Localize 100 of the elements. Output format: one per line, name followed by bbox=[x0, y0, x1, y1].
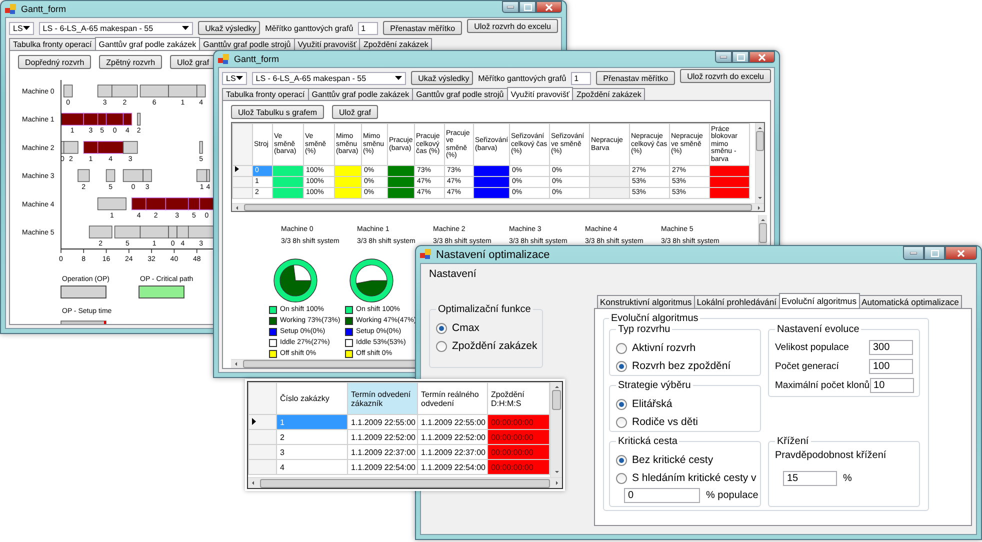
show-results-button[interactable]: Ukaž výsledky bbox=[411, 71, 474, 85]
column-header[interactable]: Termín reálného odvedení bbox=[418, 382, 488, 414]
radio-label[interactable]: S hledáním kritické cesty v bbox=[632, 472, 756, 484]
maximize-button[interactable] bbox=[732, 51, 749, 63]
tab[interactable]: Ganttův graf podle zakázek bbox=[94, 37, 200, 50]
row-header[interactable] bbox=[232, 166, 252, 176]
export-button[interactable]: Ulož rozvrh do excelu bbox=[467, 19, 558, 33]
minimize-icon bbox=[507, 6, 514, 8]
tab[interactable]: Automatická optimalizace bbox=[858, 295, 962, 308]
radio-label[interactable]: Aktivní rozvrh bbox=[632, 342, 696, 354]
action-button[interactable]: Ulož graf bbox=[332, 105, 378, 119]
group-title: Evoluční algoritmus bbox=[610, 313, 700, 324]
radio-button[interactable] bbox=[436, 340, 447, 352]
horizontal-scrollbar[interactable] bbox=[232, 203, 764, 211]
radio-label[interactable]: Rozvrh bez zpoždění bbox=[632, 360, 731, 372]
dropdown[interactable]: LS - 6-LS_A-65 makespan - 55 bbox=[38, 22, 194, 34]
tab[interactable]: Ganttův graf podle strojů bbox=[412, 88, 508, 100]
tab[interactable]: Ganttův graf podle zakázek bbox=[308, 88, 414, 100]
column-header[interactable]: Termín odvedení zákazník bbox=[348, 382, 418, 414]
radio-label[interactable]: Zpoždění zakázek bbox=[452, 340, 538, 352]
legend-swatch bbox=[60, 320, 106, 324]
radio-button[interactable] bbox=[616, 416, 627, 428]
window-title: Nastavení optimalizace bbox=[436, 248, 550, 260]
row-header[interactable] bbox=[248, 414, 276, 430]
export-button[interactable]: Ulož rozvrh do excelu bbox=[680, 69, 771, 83]
table-cell: 1.1.2009 22:54:00 bbox=[348, 460, 418, 474]
scale-label: Měřítko ganttových grafů bbox=[478, 74, 566, 82]
input-field[interactable]: 300 bbox=[869, 340, 913, 355]
tab[interactable]: Tabulka fronty operací bbox=[222, 88, 309, 100]
scale-field[interactable]: 1 bbox=[571, 72, 592, 84]
unit-label: % bbox=[843, 473, 852, 484]
app-icon bbox=[420, 249, 432, 260]
radio-button[interactable] bbox=[616, 360, 627, 372]
group-title: Typ rozvrhu bbox=[617, 324, 672, 335]
field-label: Počet generací bbox=[775, 361, 839, 372]
minimize-button[interactable] bbox=[502, 1, 519, 13]
input-field[interactable]: 100 bbox=[869, 359, 913, 374]
menu-item[interactable]: Nastavení bbox=[429, 268, 476, 280]
vertical-scrollbar[interactable] bbox=[550, 382, 562, 477]
dropdown[interactable]: LS - 6-LS_A-65 makespan - 55 bbox=[252, 72, 406, 84]
rescale-button[interactable]: Přenastav měřítko bbox=[596, 71, 676, 85]
tab[interactable]: Zpoždění zakázek bbox=[572, 88, 646, 100]
minimize-button[interactable] bbox=[715, 51, 732, 63]
rescale-button[interactable]: Přenastav měřítko bbox=[383, 21, 462, 35]
group-title: Kritická cesta bbox=[617, 436, 678, 447]
pie-slice bbox=[356, 280, 388, 296]
radio-button[interactable] bbox=[616, 454, 627, 466]
window-title: Gantt_form bbox=[21, 4, 66, 14]
input-field[interactable]: 0 bbox=[624, 488, 700, 503]
maximize-button[interactable] bbox=[924, 246, 945, 260]
radio-label[interactable]: Rodiče vs děti bbox=[632, 416, 698, 428]
table-cell: 00:00:00:00 bbox=[488, 460, 550, 474]
table-cell: 4 bbox=[276, 460, 348, 474]
maximize-button[interactable] bbox=[519, 1, 536, 13]
action-button[interactable]: Ulož Tabulku s grafem bbox=[231, 105, 324, 119]
input-field[interactable]: 10 bbox=[870, 378, 914, 393]
tab[interactable]: Využití pravovišť bbox=[506, 87, 574, 100]
tab[interactable]: Ganttův graf podle strojů bbox=[199, 38, 295, 50]
close-button[interactable] bbox=[536, 1, 562, 13]
tab[interactable]: Zpoždění zakázek bbox=[359, 38, 432, 50]
vertical-scrollbar[interactable] bbox=[755, 123, 764, 203]
tab[interactable]: Tabulka fronty operací bbox=[9, 38, 96, 50]
table-cell: 1.1.2009 22:52:00 bbox=[418, 430, 488, 444]
close-button[interactable] bbox=[945, 246, 977, 260]
horizontal-scrollbar[interactable] bbox=[248, 477, 562, 488]
action-button[interactable]: Dopředný rozvrh bbox=[18, 55, 92, 69]
input-field[interactable]: 15 bbox=[783, 471, 837, 486]
radio-label[interactable]: Elitářská bbox=[632, 398, 672, 410]
action-button[interactable]: Zpětný rozvrh bbox=[99, 55, 162, 69]
dropdown[interactable]: LS bbox=[9, 22, 34, 34]
group-title: Optimalizační funkce bbox=[437, 304, 532, 315]
table-cell: 1.1.2009 22:37:00 bbox=[348, 444, 418, 460]
show-results-button[interactable]: Ukaž výsledky bbox=[198, 21, 260, 35]
column-header[interactable]: Zpoždění D:H:M:S bbox=[488, 382, 550, 414]
tab[interactable]: Konstruktivní algoritmus bbox=[597, 295, 695, 308]
maximize-icon bbox=[930, 250, 938, 256]
radio-label[interactable]: Bez kritické cesty bbox=[632, 454, 714, 466]
caret-icon bbox=[182, 26, 190, 30]
dropdown[interactable]: LS bbox=[222, 72, 247, 84]
app-icon bbox=[218, 54, 230, 64]
radio-button[interactable] bbox=[616, 398, 627, 410]
radio-button[interactable] bbox=[436, 322, 447, 334]
pie-slice bbox=[356, 264, 388, 284]
table-cell: 1.1.2009 22:52:00 bbox=[348, 430, 418, 444]
maximize-icon bbox=[524, 4, 532, 10]
tab[interactable]: Využití pravovišť bbox=[294, 38, 360, 50]
row-pointer-icon bbox=[252, 418, 256, 424]
caret-icon bbox=[236, 76, 243, 80]
tab[interactable]: Lokální prohledávání bbox=[694, 295, 780, 308]
column-header[interactable]: Číslo zakázky bbox=[276, 382, 348, 414]
unit-label: % populace bbox=[706, 490, 758, 501]
radio-button[interactable] bbox=[616, 342, 627, 354]
radio-label[interactable]: Cmax bbox=[452, 322, 480, 334]
scale-field[interactable]: 1 bbox=[358, 22, 378, 34]
close-button[interactable] bbox=[749, 51, 775, 63]
minimize-button[interactable] bbox=[903, 246, 924, 260]
tab[interactable]: Evoluční algoritmus bbox=[778, 293, 860, 308]
close-icon bbox=[758, 54, 766, 60]
minimize-icon bbox=[720, 56, 727, 58]
radio-button[interactable] bbox=[616, 472, 627, 484]
